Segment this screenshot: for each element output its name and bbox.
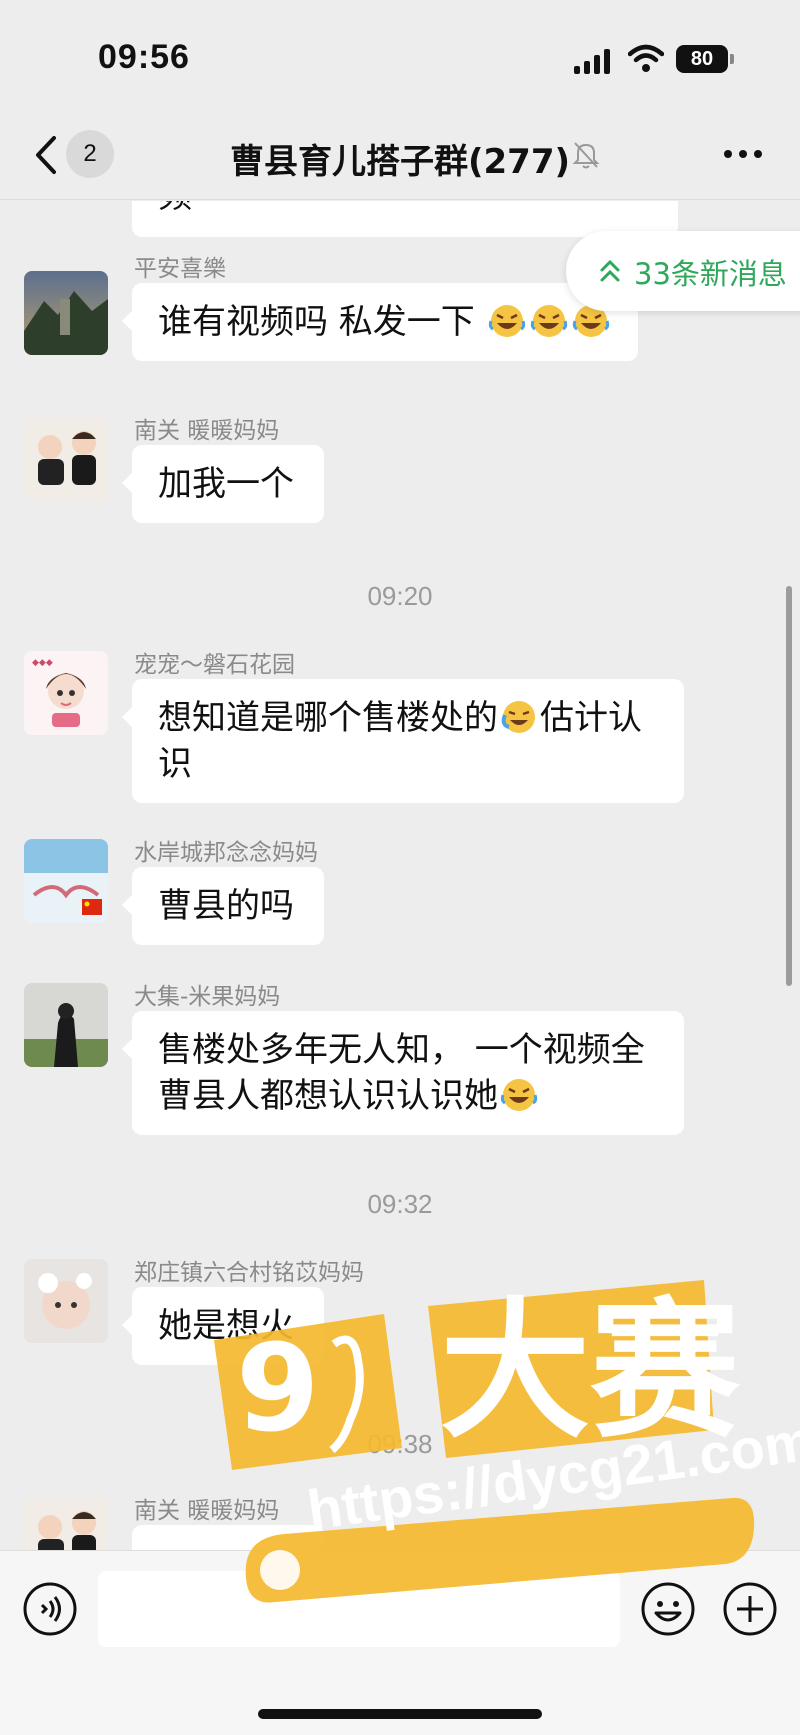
time-separator: 09:20	[367, 581, 433, 611]
voice-icon[interactable]	[22, 1581, 78, 1637]
avatar[interactable]	[24, 1259, 108, 1343]
status-bar: 09:56 80	[0, 0, 800, 112]
message-bubble[interactable]: 想知道是哪个售楼处的 估计认 识	[122, 679, 684, 803]
status-time: 09:56	[98, 38, 190, 76]
laughing-emoji-icon	[500, 1079, 538, 1111]
message-bubble[interactable]: 谁有视频吗 私发一下	[122, 283, 638, 361]
avatar[interactable]	[24, 839, 108, 923]
wifi-icon	[628, 44, 664, 72]
message-text: 曹县的吗	[158, 886, 294, 926]
laughing-emoji-icon	[530, 305, 567, 337]
scrollbar[interactable]	[786, 586, 792, 986]
avatar[interactable]	[24, 417, 108, 501]
group-title: 曹县育儿搭子群(277)	[229, 142, 571, 182]
sender-name: 南关 暖暖妈妈	[134, 418, 280, 444]
sender-name: 平安喜樂	[134, 256, 226, 282]
battery-indicator: 80	[676, 45, 734, 73]
signal-icon	[574, 49, 610, 74]
svg-text:◆◆◆: ◆◆◆	[32, 658, 53, 668]
message-text: 想知道是哪个售楼处的	[158, 698, 498, 738]
home-indicator	[258, 1709, 542, 1719]
message-text: 估计认	[540, 698, 642, 738]
avatar[interactable]	[24, 1497, 108, 1550]
message-text: 售楼处多年无人知， 一个视频全	[158, 1030, 645, 1070]
new-messages-button[interactable]: 33条新消息	[566, 231, 800, 311]
avatar[interactable]: ◆◆◆	[24, 651, 108, 735]
new-messages-label: 33条新消息	[634, 257, 787, 291]
crying-laughing-emoji-icon	[501, 701, 535, 733]
chat-header: 2 曹县育儿搭子群(277)	[0, 112, 800, 200]
message-bubble[interactable]: 加我一个	[122, 445, 324, 523]
sender-name: 水岸城邦念念妈妈	[134, 840, 318, 866]
time-separator: 09:32	[367, 1189, 433, 1219]
more-dots-icon[interactable]	[722, 142, 764, 166]
avatar[interactable]	[24, 271, 108, 355]
message-text: 曹县人都想认识认识她	[158, 1076, 498, 1116]
message-text: 加我一个	[158, 464, 294, 504]
svg-text:9: 9	[236, 1320, 320, 1459]
avatar[interactable]	[24, 983, 108, 1067]
message-text: 识	[158, 744, 192, 784]
double-chevron-up-icon	[600, 259, 620, 282]
message-text: 频	[158, 201, 192, 216]
message-text: 谁有视频吗 私发一下	[158, 302, 475, 342]
sender-name: 大集-米果妈妈	[134, 984, 281, 1010]
message-bubble[interactable]: 曹县的吗	[122, 867, 324, 945]
sender-name: 宠宠～磐石花园	[134, 652, 295, 678]
message-bubble[interactable]: 售楼处多年无人知， 一个视频全 曹县人都想认识认识她	[122, 1011, 684, 1135]
laughing-emoji-icon	[488, 305, 525, 337]
bell-muted-icon	[572, 142, 600, 169]
